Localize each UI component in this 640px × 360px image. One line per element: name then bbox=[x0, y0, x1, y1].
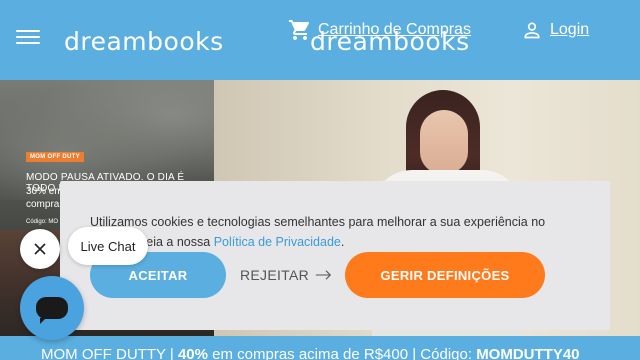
reject-cookies-button[interactable]: REJEITAR bbox=[240, 252, 332, 298]
chat-icon bbox=[36, 297, 68, 324]
privacy-policy-link[interactable]: Política de Privacidade bbox=[214, 235, 341, 249]
site-logo[interactable]: dreambooks bbox=[64, 27, 224, 56]
hamburger-menu-icon[interactable] bbox=[16, 27, 40, 47]
promo-ticker: MOM OFF DUTTY | 40% em compras acima de … bbox=[0, 336, 640, 360]
arrow-right-icon bbox=[315, 270, 332, 280]
promo-line-2: compra bbox=[26, 199, 60, 210]
promo-code: Código: MO bbox=[26, 219, 59, 225]
promo-line-1: 30% em bbox=[26, 186, 63, 197]
site-header: dreambooks dreambooks Carrinho de Compra… bbox=[0, 0, 640, 80]
page: dreambooks dreambooks Carrinho de Compra… bbox=[0, 0, 640, 360]
login-label: Login bbox=[550, 21, 590, 38]
user-icon bbox=[524, 22, 540, 39]
login-link[interactable]: Login bbox=[522, 20, 589, 40]
manage-settings-button[interactable]: GERIR DEFINIÇÕES bbox=[345, 252, 545, 298]
shopping-cart-icon bbox=[289, 20, 310, 40]
reject-label: REJEITAR bbox=[240, 267, 310, 283]
cookie-message: Utilizamos cookies e tecnologias semelha… bbox=[90, 212, 590, 252]
cookie-text-end: . bbox=[340, 235, 345, 249]
live-chat-bubble[interactable]: Live Chat bbox=[68, 227, 148, 265]
cart-label: Carrinho de Compras bbox=[318, 21, 471, 38]
chat-close-button[interactable] bbox=[20, 229, 60, 269]
ticker-percent: 40% bbox=[177, 346, 208, 360]
ticker-part-2: em compras acima de R$400 | Código: bbox=[207, 346, 477, 360]
promo-badge: MOM OFF DUTY bbox=[26, 152, 84, 162]
cart-link[interactable]: Carrinho de Compras bbox=[288, 18, 471, 42]
close-icon bbox=[34, 243, 46, 255]
ticker-part-1: MOM OFF DUTTY | bbox=[41, 346, 178, 360]
ticker-code: MOMDUTTY40 bbox=[476, 346, 580, 360]
chat-launcher-button[interactable] bbox=[20, 276, 84, 340]
